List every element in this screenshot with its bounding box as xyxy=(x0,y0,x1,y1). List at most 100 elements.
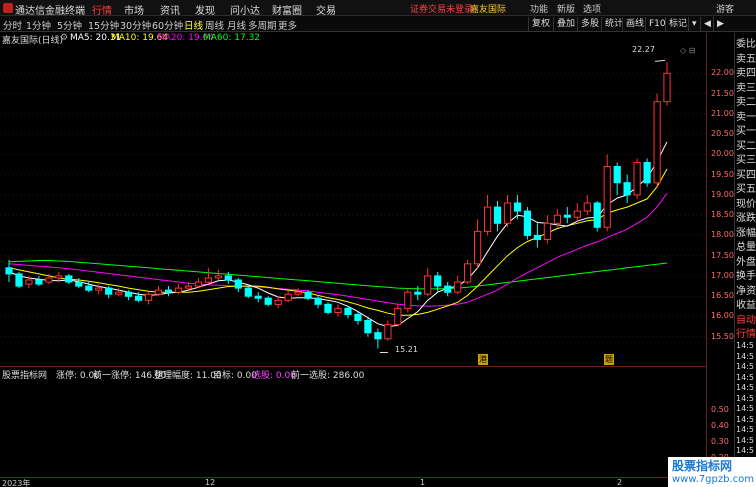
menu-zixun[interactable]: 资讯 xyxy=(160,2,180,17)
candle[interactable] xyxy=(364,318,372,337)
candle[interactable] xyxy=(294,288,302,297)
period-fenshi[interactable]: 分时 xyxy=(3,18,22,32)
candle[interactable] xyxy=(254,292,262,303)
candle[interactable] xyxy=(334,304,342,317)
candle[interactable] xyxy=(623,174,631,203)
menu-shichang[interactable]: 市场 xyxy=(124,2,144,17)
candle[interactable] xyxy=(583,194,591,216)
period-15min[interactable]: 15分钟 xyxy=(88,18,119,32)
candle[interactable] xyxy=(484,194,492,236)
menu-caifuquan[interactable]: 财富圈 xyxy=(272,2,302,17)
sidebar-item[interactable]: 总量 xyxy=(736,238,756,253)
candle[interactable] xyxy=(633,158,641,199)
candle[interactable] xyxy=(643,158,651,187)
sidebar-item[interactable]: 换手 xyxy=(736,267,756,282)
sidebar-item[interactable]: 卖四 xyxy=(736,64,756,79)
indicator-name[interactable]: 股票指标网 xyxy=(2,368,47,381)
biaoji-button[interactable]: 标记 xyxy=(665,17,687,31)
candle[interactable] xyxy=(454,275,462,295)
sidebar-item[interactable]: 买一 xyxy=(736,122,756,137)
sidebar-item[interactable]: 买四 xyxy=(736,166,756,181)
sidebar-item[interactable]: 现价 xyxy=(736,195,756,210)
candle[interactable] xyxy=(194,277,203,289)
candle[interactable] xyxy=(204,267,213,285)
candle[interactable] xyxy=(613,162,621,195)
period-monthly[interactable]: 月线 xyxy=(227,18,246,32)
period-weekly[interactable]: 周线 xyxy=(205,18,224,32)
period-1min[interactable]: 1分钟 xyxy=(26,18,51,32)
candle[interactable] xyxy=(543,215,551,244)
candle[interactable] xyxy=(244,286,252,299)
menu-jiaoyi[interactable]: 交易 xyxy=(316,2,336,17)
candle[interactable] xyxy=(523,207,531,240)
candle[interactable] xyxy=(65,273,73,285)
menu-xuanxiang[interactable]: 选项 xyxy=(583,2,601,15)
candlestick-chart[interactable]: ◇ ⊟ xyxy=(0,45,706,365)
candle[interactable] xyxy=(424,267,432,297)
menu-hangqing[interactable]: 行情 xyxy=(92,2,112,17)
stock-notice[interactable]: 嘉友国际 xyxy=(470,2,506,15)
candle[interactable] xyxy=(503,194,512,228)
sidebar-item[interactable]: 外盘 xyxy=(736,253,756,268)
candle[interactable] xyxy=(145,292,153,305)
candle[interactable] xyxy=(15,271,23,289)
sidebar-item[interactable]: 买二 xyxy=(736,137,756,152)
chart-options-icon[interactable]: ◇ ⊟ xyxy=(680,46,695,55)
sidebar-item[interactable]: 卖三 xyxy=(736,79,756,94)
sidebar-item[interactable]: 卖五 xyxy=(736,50,756,65)
login-notice[interactable]: 证券交易未登录 xyxy=(410,2,473,15)
period-60min[interactable]: 60分钟 xyxy=(152,18,183,32)
candle[interactable] xyxy=(105,286,113,299)
period-more[interactable]: 更多 xyxy=(278,18,297,32)
period-5min[interactable]: 5分钟 xyxy=(57,18,82,32)
candle[interactable] xyxy=(533,223,541,248)
chevron-down-icon[interactable]: ▾ xyxy=(688,17,697,31)
sidebar-item[interactable]: 卖二 xyxy=(736,93,756,108)
arrow-forward-icon[interactable]: ▶ xyxy=(713,17,724,31)
candle[interactable] xyxy=(573,203,581,222)
settings-gear-icon[interactable]: ⚙ xyxy=(60,33,68,43)
menu-xinban[interactable]: 新版 xyxy=(557,2,575,15)
candle[interactable] xyxy=(464,259,472,285)
candle[interactable] xyxy=(593,200,601,232)
menu-faxian[interactable]: 发现 xyxy=(195,2,215,17)
sidebar-item[interactable]: 买五 xyxy=(736,180,756,195)
candle[interactable] xyxy=(35,275,43,287)
candle[interactable] xyxy=(493,200,502,232)
candle[interactable] xyxy=(563,207,571,224)
period-30min[interactable]: 30分钟 xyxy=(120,18,151,32)
duogu-button[interactable]: 多股 xyxy=(577,17,599,31)
candle[interactable] xyxy=(314,296,322,309)
candle[interactable] xyxy=(214,269,223,280)
candle[interactable] xyxy=(174,284,183,295)
f10-button[interactable]: F10 xyxy=(645,17,666,31)
candle[interactable] xyxy=(284,290,292,303)
sidebar-item[interactable]: 自动 xyxy=(736,311,756,326)
arrow-back-icon[interactable]: ◀ xyxy=(700,17,711,31)
sidebar-item[interactable]: 收益 xyxy=(736,296,756,311)
huaxian-button[interactable]: 画线 xyxy=(622,17,644,31)
sidebar-item[interactable]: 行情 xyxy=(736,325,756,340)
diejia-button[interactable]: 叠加 xyxy=(553,17,575,31)
tongji-button[interactable]: 统计 xyxy=(601,17,623,31)
candle[interactable] xyxy=(404,288,412,313)
candle[interactable] xyxy=(324,302,332,315)
event-marker-2[interactable]: 题 xyxy=(604,354,614,365)
period-multi[interactable]: 多周期 xyxy=(248,18,277,32)
candle[interactable] xyxy=(344,306,352,319)
candle[interactable] xyxy=(653,93,661,187)
candle[interactable] xyxy=(234,277,242,293)
candle[interactable] xyxy=(264,296,272,307)
candle[interactable] xyxy=(374,328,382,349)
fuquan-button[interactable]: 复权 xyxy=(528,17,550,31)
candle[interactable] xyxy=(154,286,163,297)
sidebar-item[interactable]: 买三 xyxy=(736,151,756,166)
candle[interactable] xyxy=(414,286,422,301)
candle[interactable] xyxy=(5,259,13,283)
menu-wenxiaoda[interactable]: 问小达 xyxy=(230,2,260,17)
candle[interactable] xyxy=(354,312,362,325)
candle[interactable] xyxy=(394,304,402,327)
sidebar-item[interactable]: 净资 xyxy=(736,282,756,297)
sidebar-item[interactable]: 卖一 xyxy=(736,108,756,123)
candle[interactable] xyxy=(663,62,671,106)
